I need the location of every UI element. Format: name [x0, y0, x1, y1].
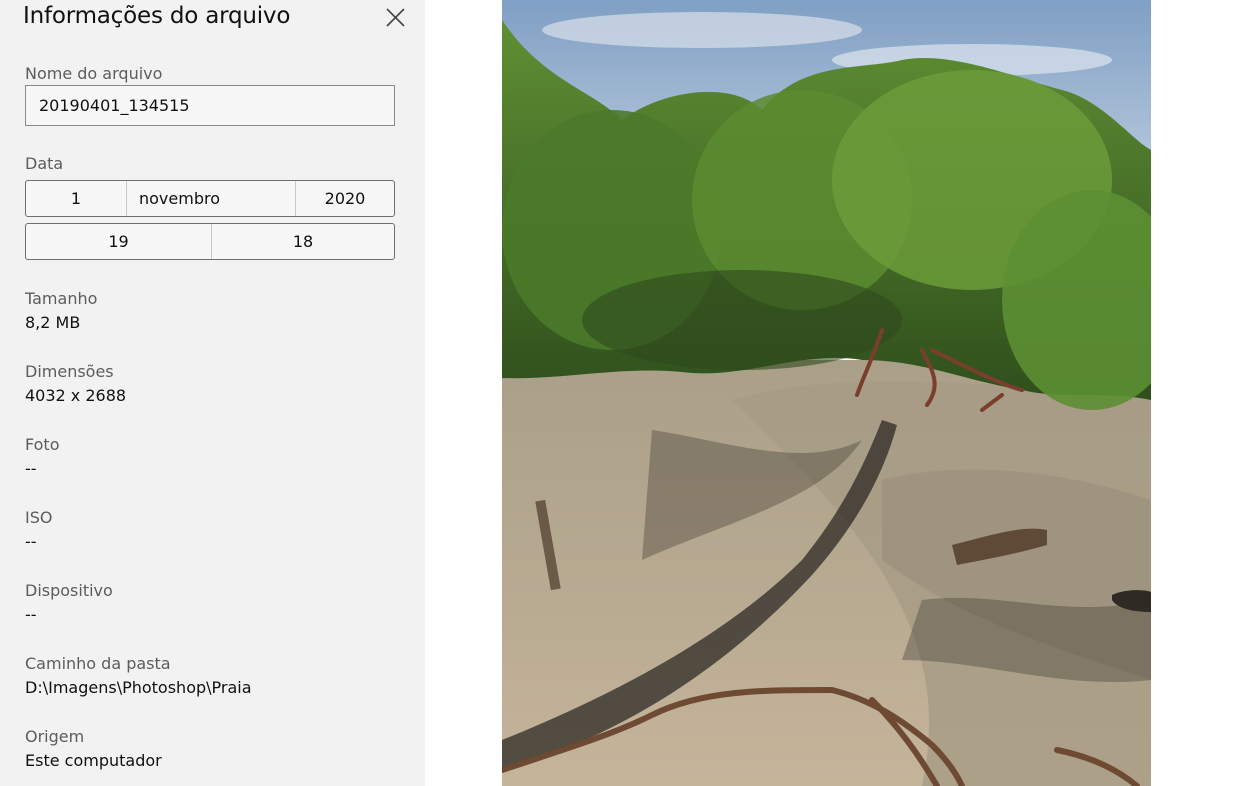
photo-label: Foto [25, 435, 60, 454]
date-day-selector[interactable]: 1 [26, 181, 126, 216]
date-picker[interactable]: 1 novembro 2020 [25, 180, 395, 217]
time-minute-selector[interactable]: 18 [211, 224, 394, 259]
close-button[interactable] [380, 2, 412, 34]
time-hour-selector[interactable]: 19 [26, 224, 211, 259]
file-name-input[interactable] [25, 85, 395, 126]
photos-app-window: Informações do arquivo Nome do arquivo D… [0, 0, 1252, 786]
size-value: 8,2 MB [25, 313, 81, 332]
time-picker[interactable]: 19 18 [25, 223, 395, 260]
device-label: Dispositivo [25, 581, 113, 600]
iso-value: -- [25, 532, 37, 551]
device-value: -- [25, 605, 37, 624]
date-month-selector[interactable]: novembro [126, 181, 295, 216]
size-label: Tamanho [25, 289, 98, 308]
mangrove-beach-photo[interactable] [502, 0, 1151, 786]
iso-label: ISO [25, 508, 53, 527]
dimensions-value: 4032 x 2688 [25, 386, 127, 405]
date-year-selector[interactable]: 2020 [295, 181, 394, 216]
file-name-label: Nome do arquivo [25, 64, 163, 83]
close-icon [386, 8, 405, 27]
folder-path-label: Caminho da pasta [25, 654, 171, 673]
file-info-panel: Informações do arquivo Nome do arquivo D… [0, 0, 425, 786]
folder-path-value[interactable]: D:\Imagens\Photoshop\Praia [25, 678, 252, 697]
photo-viewer [425, 0, 1252, 786]
dimensions-label: Dimensões [25, 362, 114, 381]
origin-label: Origem [25, 727, 85, 746]
panel-title: Informações do arquivo [23, 3, 291, 29]
origin-value: Este computador [25, 751, 162, 770]
date-label: Data [25, 154, 64, 173]
photo-value: -- [25, 459, 37, 478]
